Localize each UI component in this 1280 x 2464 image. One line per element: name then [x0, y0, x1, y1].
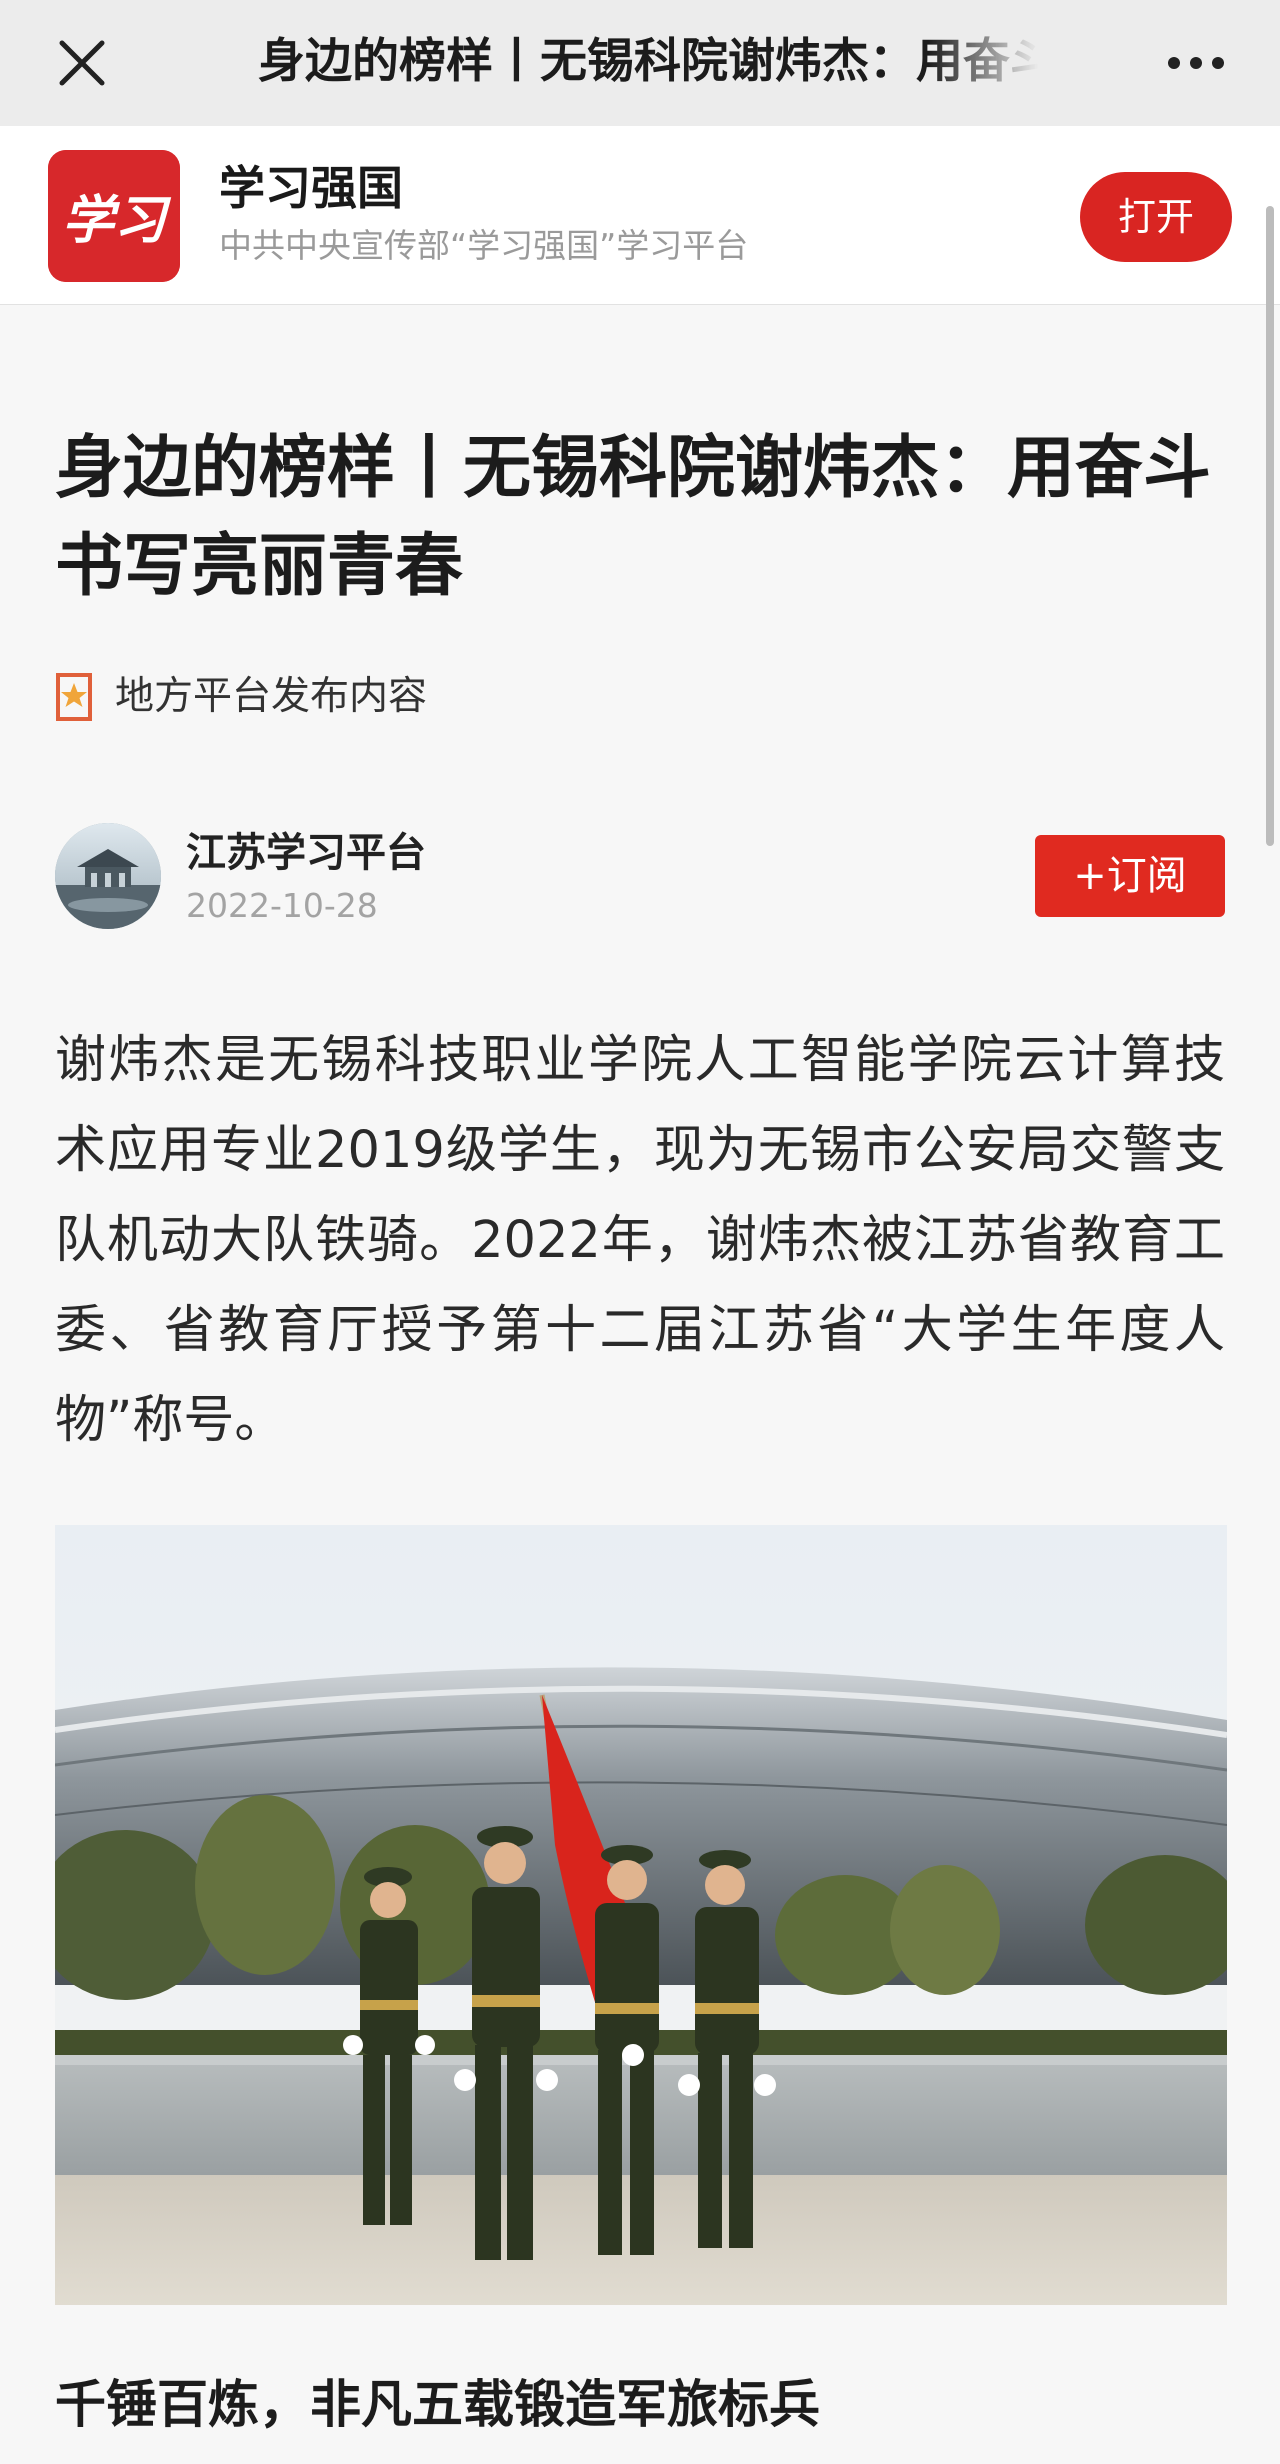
subscribe-button[interactable]: +订阅: [1035, 835, 1225, 917]
article-title: 身边的榜样丨无锡科院谢炜杰：用奋斗书写亮丽青春: [55, 429, 1212, 606]
source-tag-label: 地方平台发布内容: [115, 674, 428, 719]
section-heading: 千锤百炼，非凡五载锻造军旅标兵: [55, 2376, 821, 2435]
article-paragraph: 谢炜杰是无锡科技职业学院人工智能学院云计算技术应用专业2019级学生，现为无锡市…: [55, 1031, 1225, 1450]
avatar[interactable]: [55, 823, 161, 929]
app-logo: 学习: [48, 150, 180, 282]
article-photo[interactable]: [55, 1525, 1227, 2305]
scrollbar[interactable]: [1266, 206, 1274, 846]
star-badge-icon: [55, 672, 93, 722]
close-icon[interactable]: [52, 33, 112, 93]
app-download-banner: 学习 学习强国 中共中央宣传部“学习强国”学习平台 打开: [0, 126, 1280, 305]
top-navbar: 身边的榜样丨无锡科院谢炜杰：用奋斗书写亮丽青春: [0, 0, 1280, 126]
source-tag: 地方平台发布内容: [55, 672, 427, 722]
app-logo-text: 学习: [62, 190, 172, 251]
publish-date: 2022-10-28: [186, 886, 378, 925]
more-icon[interactable]: [1166, 48, 1226, 78]
open-app-button[interactable]: 打开: [1080, 172, 1232, 262]
nav-title: 身边的榜样丨无锡科院谢炜杰：用奋斗书写亮丽青春: [258, 34, 1038, 89]
author-row: 江苏学习平台 2022-10-28 +订阅: [55, 823, 1225, 933]
app-name: 学习强国: [219, 161, 403, 215]
author-name[interactable]: 江苏学习平台: [186, 827, 426, 879]
app-description: 中共中央宣传部“学习强国”学习平台: [219, 226, 749, 265]
